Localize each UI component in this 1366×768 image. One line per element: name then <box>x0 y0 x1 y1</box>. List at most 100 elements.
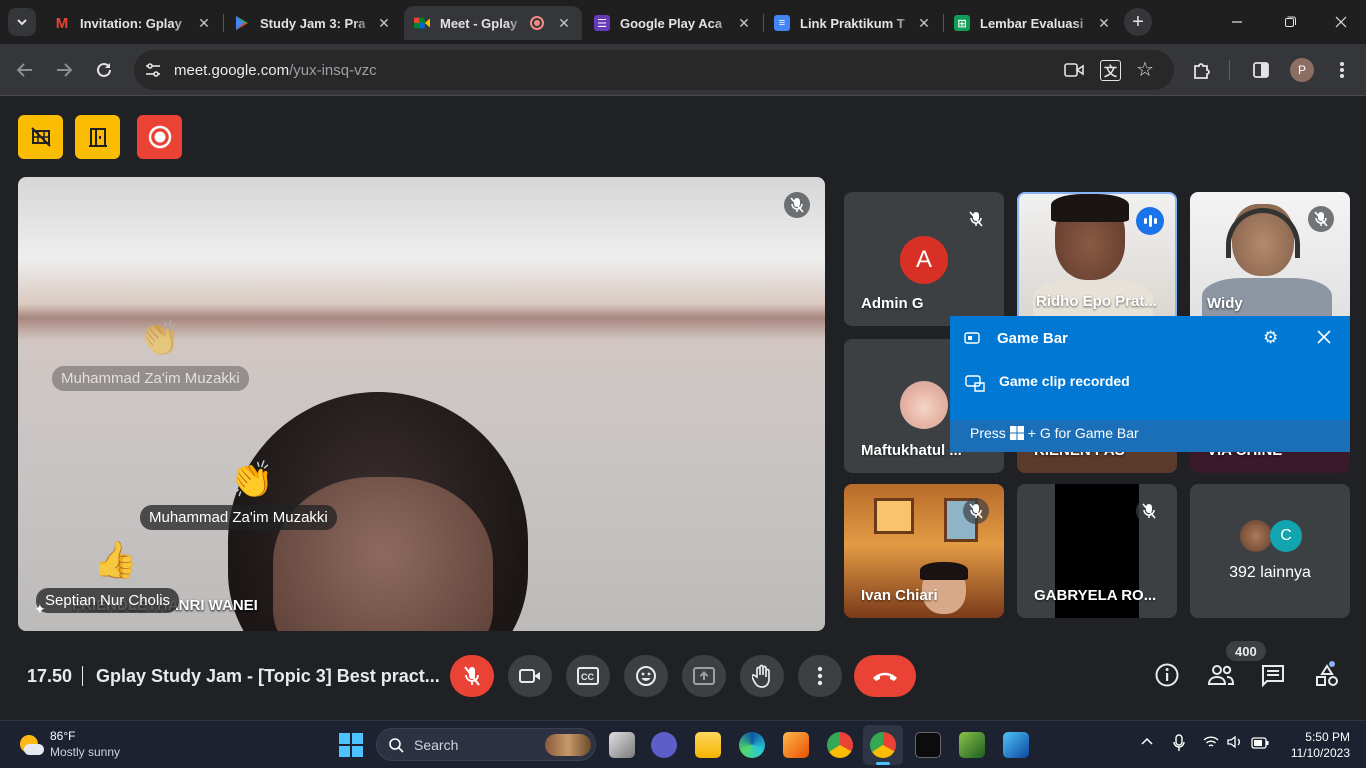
browser-menu-button[interactable] <box>1326 54 1358 86</box>
media-app-icon[interactable] <box>959 732 985 758</box>
participant-tile[interactable]: Ivan Chiari <box>844 484 1004 618</box>
side-panel-button[interactable] <box>1245 54 1277 86</box>
tab-google-play-academy[interactable]: ☰ Google Play Aca ✕ <box>584 6 762 40</box>
reload-button[interactable] <box>88 54 120 86</box>
gamebar-hint: Press + G for Game Bar <box>970 425 1139 441</box>
chrome-profile-icon[interactable] <box>870 732 896 758</box>
tab-link-praktikum[interactable]: ≡ Link Praktikum T ✕ <box>764 6 942 40</box>
bar-divider <box>82 666 83 686</box>
microphone-icon[interactable] <box>1173 734 1185 757</box>
tab-invitation[interactable]: M Invitation: Gplay ✕ <box>44 6 222 40</box>
close-icon[interactable]: ✕ <box>196 15 212 32</box>
weather-icon[interactable] <box>18 732 44 758</box>
gamebar-icon <box>964 330 982 351</box>
avatar: C <box>1270 520 1302 552</box>
close-icon[interactable]: ✕ <box>916 15 932 32</box>
close-icon[interactable]: ✕ <box>376 15 392 32</box>
captions-button[interactable]: CC <box>566 655 610 697</box>
restore-button[interactable] <box>1275 10 1305 34</box>
more-options-button[interactable] <box>798 655 842 697</box>
address-bar[interactable]: meet.google.com/yux-insq-vzc 文 ☆ <box>134 50 1174 90</box>
wifi-icon[interactable] <box>1203 735 1219 754</box>
camera-in-use-icon[interactable] <box>1064 61 1084 84</box>
chrome-icon[interactable] <box>827 732 853 758</box>
weather-temp[interactable]: 86°F <box>50 729 75 743</box>
hand-icon <box>752 664 770 688</box>
back-button[interactable] <box>9 54 41 86</box>
svg-text:CC: CC <box>581 672 594 682</box>
record-icon <box>148 125 171 149</box>
mic-off-icon <box>1314 211 1328 227</box>
new-tab-button[interactable]: + <box>1124 8 1152 36</box>
background-off-button[interactable] <box>18 115 63 159</box>
participant-tile[interactable]: Widy <box>1190 192 1350 326</box>
mic-off-icon <box>464 666 480 686</box>
main-video[interactable]: 👏 Muhammad Za'im Muzakki 👏 Muhammad Za'i… <box>18 177 825 631</box>
chat-button[interactable] <box>1261 664 1285 693</box>
tab-lembar-evaluasi[interactable]: ⊞ Lembar Evaluasi ✕ <box>944 6 1122 40</box>
minimize-button[interactable] <box>1222 10 1252 34</box>
taskbar-search[interactable]: Search <box>376 728 596 761</box>
raise-hand-button[interactable] <box>740 655 784 697</box>
recording-button[interactable] <box>137 115 182 159</box>
mute-badge <box>963 498 989 524</box>
breakout-rooms-button[interactable] <box>75 115 120 159</box>
file-explorer-icon[interactable] <box>695 732 721 758</box>
terminal-icon[interactable] <box>915 732 941 758</box>
leave-call-button[interactable] <box>854 655 916 697</box>
close-icon[interactable] <box>1317 330 1331 349</box>
people-button[interactable] <box>1207 664 1235 691</box>
mic-off-icon <box>969 211 983 227</box>
task-view-icon[interactable] <box>609 732 635 758</box>
present-screen-icon <box>693 667 715 685</box>
play-icon <box>234 15 250 31</box>
tab-search-button[interactable] <box>8 8 36 36</box>
speaker-face <box>273 477 493 631</box>
reactions-button[interactable] <box>624 655 668 697</box>
present-button[interactable] <box>682 655 726 697</box>
photos-app-icon[interactable] <box>1003 732 1029 758</box>
activities-button[interactable] <box>1315 660 1341 693</box>
participant-tile-speaking[interactable]: Ridho Epo Prat... <box>1017 192 1177 326</box>
settings-icon[interactable]: ⚙ <box>1263 328 1278 348</box>
tab-study-jam[interactable]: Study Jam 3: Pra ✕ <box>224 6 402 40</box>
volume-icon[interactable] <box>1227 735 1243 754</box>
participant-name: Ivan Chiari <box>861 587 938 604</box>
translate-icon[interactable]: 文 <box>1100 60 1122 81</box>
others-tile[interactable]: C 392 lainnya <box>1190 484 1350 618</box>
participant-tile[interactable]: A Admin G <box>844 192 1004 326</box>
reload-icon <box>97 62 111 77</box>
camera-toggle-button[interactable] <box>508 655 552 697</box>
video-camera-icon <box>519 669 540 683</box>
app-icon[interactable] <box>783 732 809 758</box>
close-icon[interactable]: ✕ <box>1096 15 1112 32</box>
start-button[interactable] <box>339 733 363 762</box>
close-icon[interactable]: ✕ <box>556 15 572 32</box>
windows-key-icon <box>1009 426 1024 440</box>
pin-icon[interactable]: ✦ <box>34 601 46 618</box>
others-count: 392 lainnya <box>1229 564 1311 581</box>
meeting-details-button[interactable] <box>1154 662 1180 693</box>
tab-title: Lembar Evaluasi <box>980 15 1084 31</box>
site-info-icon[interactable] <box>144 61 162 84</box>
extensions-button[interactable] <box>1186 54 1218 86</box>
bookmark-star-icon[interactable]: ☆ <box>1136 57 1154 82</box>
game-bar-notification[interactable]: Game Bar ⚙ Game clip recorded Press + G … <box>950 316 1350 452</box>
arrow-left-icon <box>16 63 32 77</box>
battery-icon[interactable] <box>1251 736 1269 754</box>
close-icon[interactable]: ✕ <box>736 15 752 32</box>
profile-avatar[interactable]: P <box>1290 58 1314 82</box>
clock-time[interactable]: 5:50 PM <box>1290 730 1350 744</box>
mic-toggle-button[interactable] <box>450 655 494 697</box>
edge-icon[interactable] <box>739 732 765 758</box>
clock-date[interactable]: 11/10/2023 <box>1280 746 1350 760</box>
tab-meet[interactable]: Meet - Gplay ✕ <box>404 6 582 40</box>
avatar <box>1240 520 1272 552</box>
forward-button[interactable] <box>48 54 80 86</box>
chat-app-icon[interactable] <box>651 732 677 758</box>
weather-desc[interactable]: Mostly sunny <box>50 745 120 759</box>
chevron-up-icon[interactable] <box>1141 735 1153 753</box>
close-window-button[interactable] <box>1326 10 1356 34</box>
closed-captions-icon: CC <box>577 667 599 685</box>
participant-tile[interactable]: GABRYELA RO... <box>1017 484 1177 618</box>
